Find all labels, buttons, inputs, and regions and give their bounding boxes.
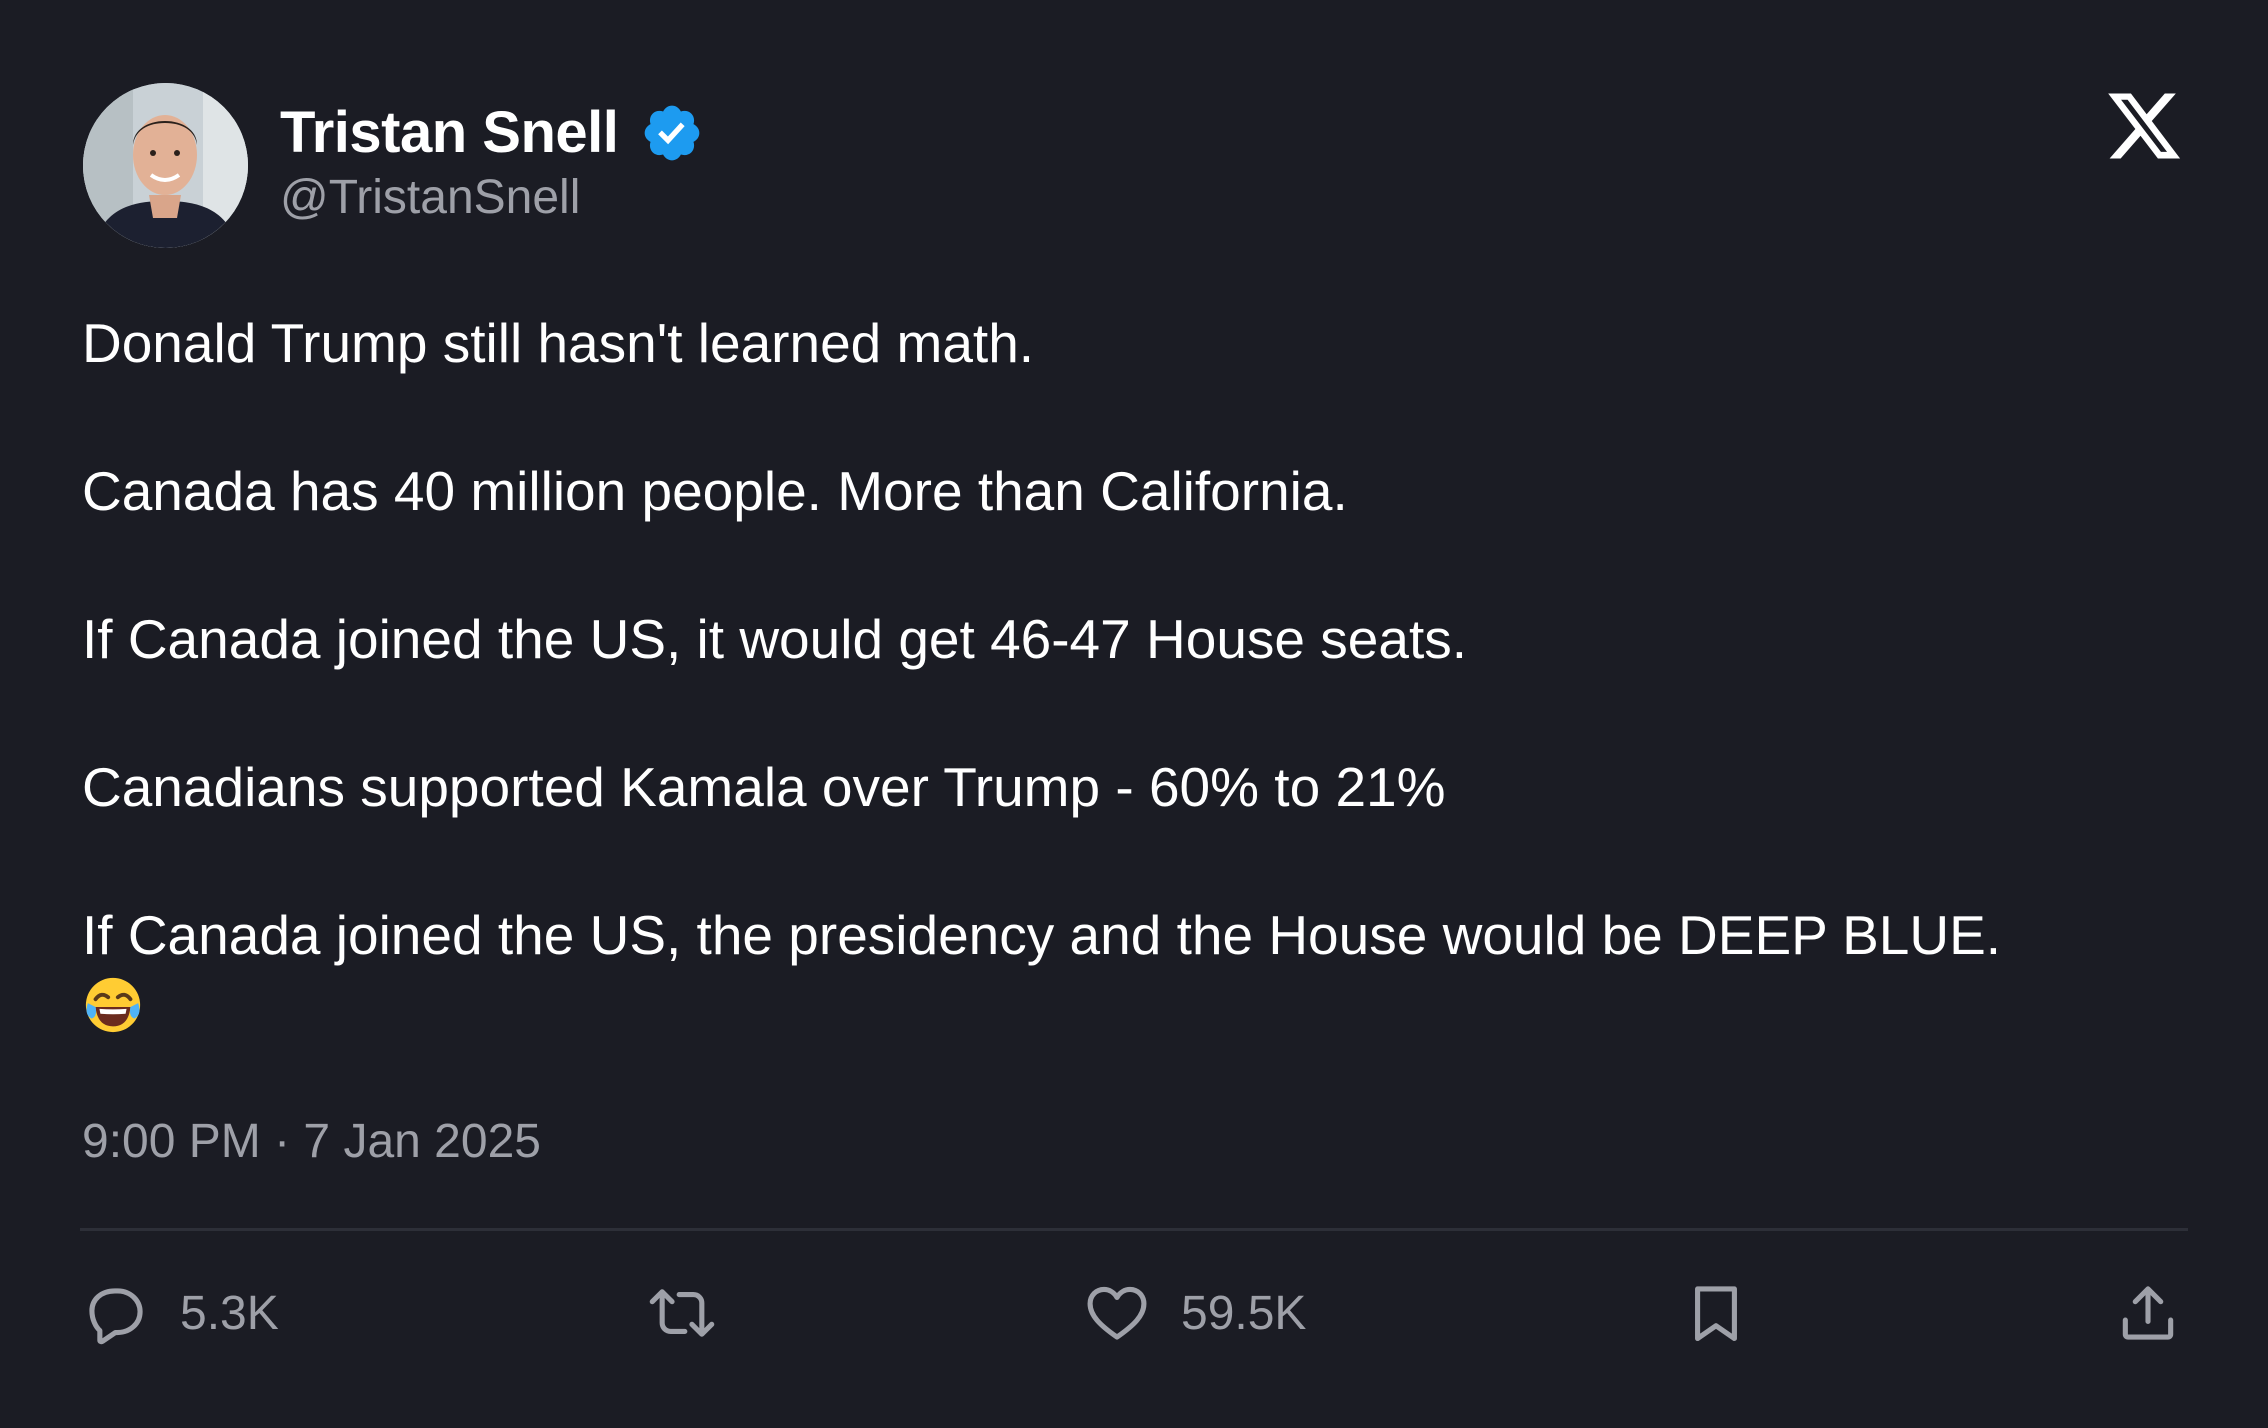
tweet-paragraph: Canada has 40 million people. More than … [82,460,1348,522]
author-avatar[interactable] [83,83,248,248]
x-logo-icon[interactable] [2104,86,2184,166]
author-name-row[interactable]: Tristan Snell [280,98,704,168]
tweet-paragraph: If Canada joined the US, the presidency … [82,904,2002,966]
face-with-tears-of-joy-icon [82,974,144,1036]
repost-icon [649,1289,715,1337]
share-button[interactable] [2114,1278,2182,1348]
bookmark-icon [1695,1286,1737,1342]
repost-button[interactable] [648,1278,746,1348]
like-button[interactable]: 59.5K [1083,1278,1306,1348]
author-handle[interactable]: @TristanSnell [280,168,580,228]
tweet-paragraph: If Canada joined the US, it would get 46… [82,608,1468,670]
tweet-paragraph: Donald Trump still hasn't learned math. [82,312,1035,374]
tweet-text: Donald Trump still hasn't learned math. … [82,306,2192,1036]
author-display-name[interactable]: Tristan Snell [280,98,619,168]
share-icon [2122,1286,2174,1340]
tweet-timestamp[interactable]: 9:00 PM · 7 Jan 2025 [82,1110,541,1174]
verified-badge-icon [640,101,704,165]
reply-count: 5.3K [180,1286,279,1340]
tweet-paragraph-last: If Canada joined the US, the presidency … [82,898,2192,1036]
reply-button[interactable]: 5.3K [82,1278,279,1348]
heart-icon [1087,1286,1147,1340]
divider [80,1228,2188,1231]
tweet-paragraph: Canadians supported Kamala over Trump - … [82,756,1446,818]
tweet-card: Tristan Snell @TristanSnell Donald Trump… [0,0,2268,1428]
like-count: 59.5K [1181,1286,1307,1340]
reply-icon [89,1288,143,1345]
bookmark-button[interactable] [1682,1278,1750,1348]
